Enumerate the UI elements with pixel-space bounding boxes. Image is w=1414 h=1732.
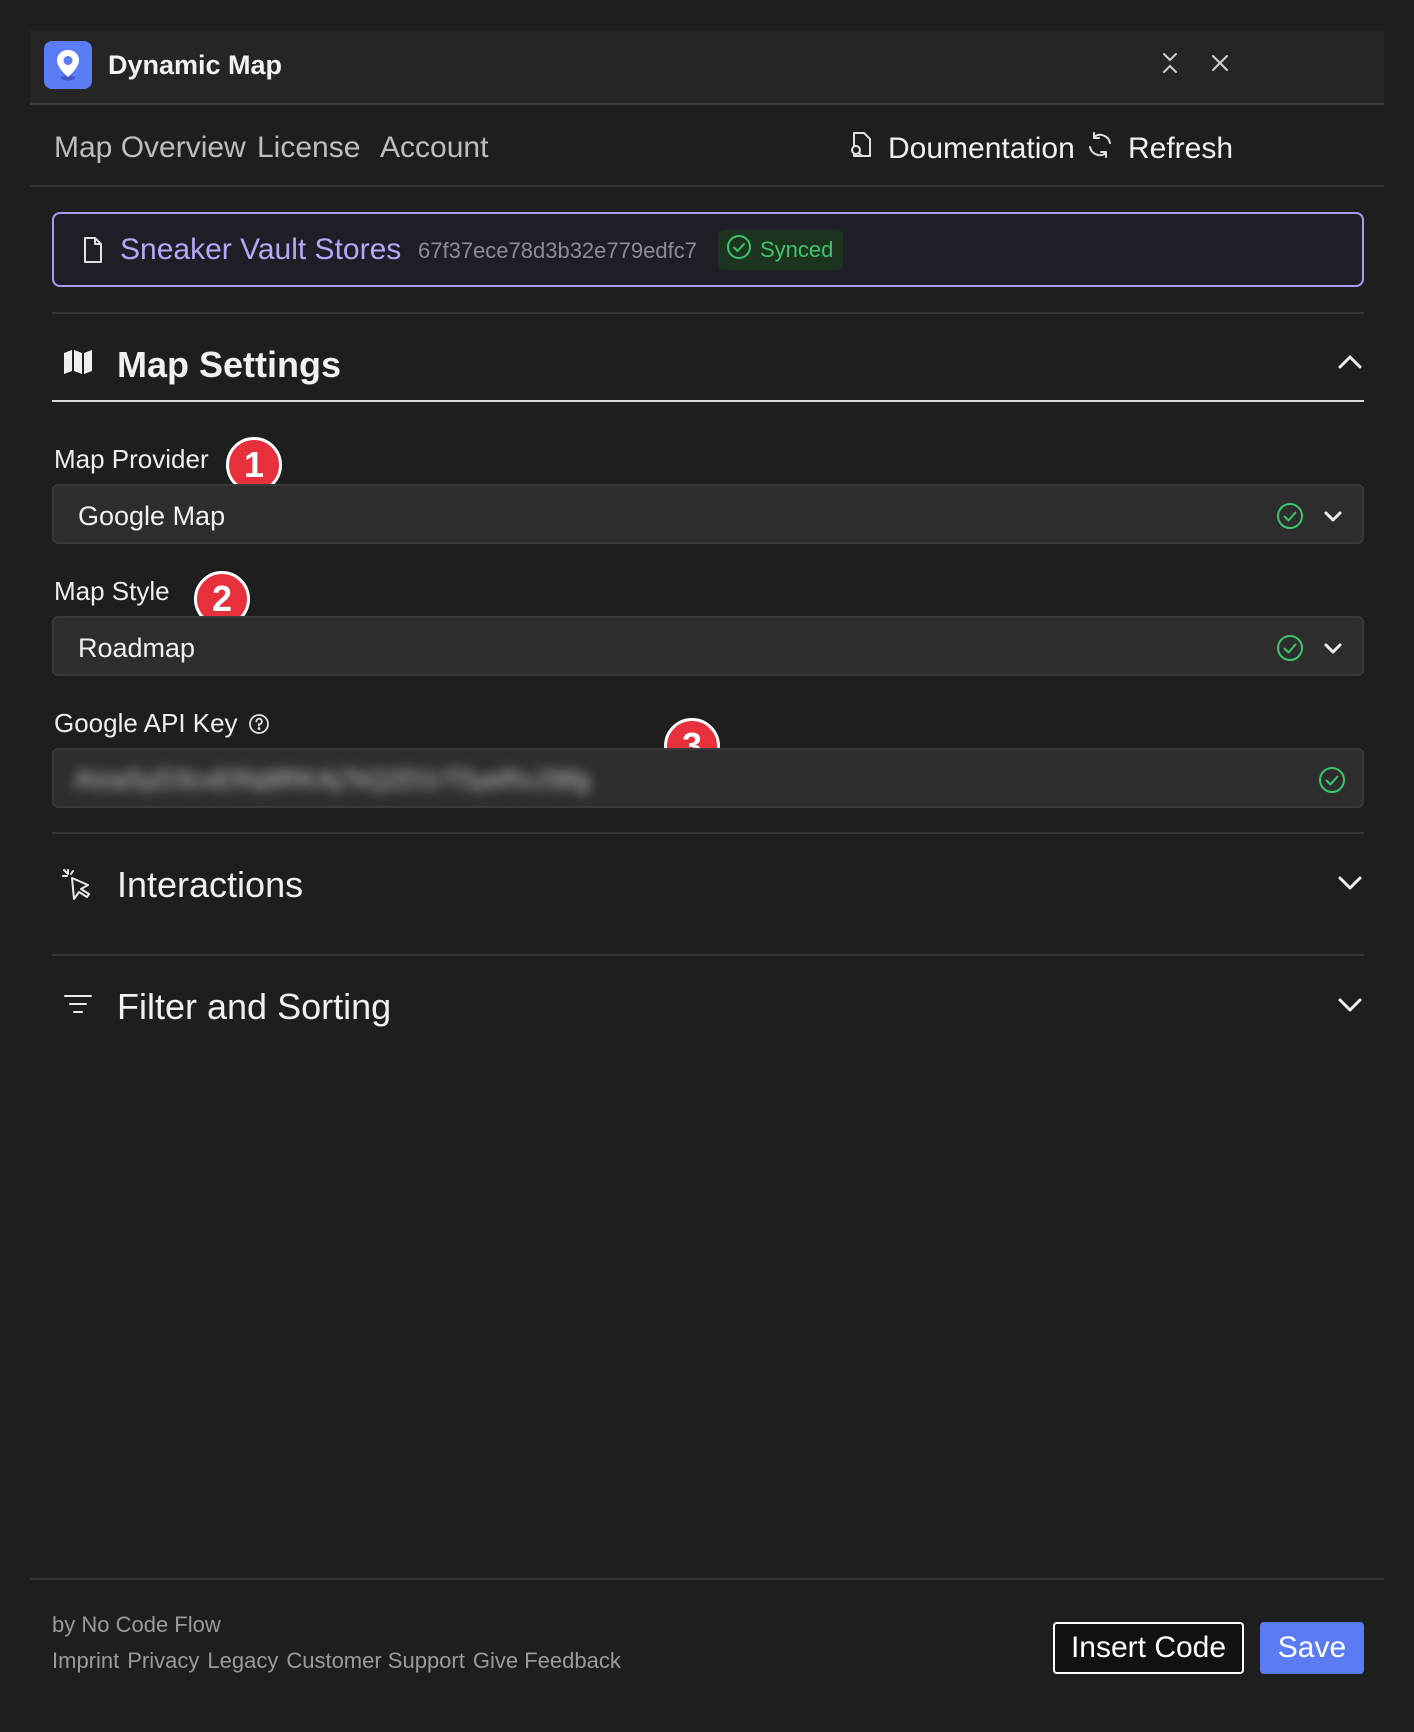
collection-id: 67f37ece78d3b32e779edfc7 (418, 238, 697, 263)
insert-code-button[interactable]: Insert Code (1053, 1622, 1244, 1674)
chevron-up-icon (1336, 348, 1364, 381)
section-title: Filter and Sorting (117, 986, 392, 1027)
top-nav: Map Overview License Account Doumentatio… (30, 107, 1384, 187)
chevron-down-icon (1336, 990, 1364, 1023)
refresh-button[interactable]: Refresh (1086, 131, 1233, 167)
collection-name: Sneaker Vault Stores (120, 233, 402, 266)
section-header-map-settings[interactable]: Map Settings (52, 324, 1364, 402)
footer-link-customer-support[interactable]: Customer Support (286, 1648, 465, 1674)
tab-license[interactable]: License (257, 131, 360, 165)
filter-lines-icon (62, 990, 94, 1023)
section-title: Interactions (117, 864, 304, 905)
status-label: Synced (760, 237, 834, 262)
tab-account[interactable]: Account (380, 131, 488, 165)
footer-link-legacy[interactable]: Legacy (207, 1648, 278, 1674)
chevron-down-icon (1322, 637, 1344, 664)
api-key-label-row: Google API Key (54, 708, 270, 739)
map-provider-select[interactable]: Google Map (52, 484, 1364, 544)
section-header-filter-sorting[interactable]: Filter and Sorting (52, 966, 1364, 1046)
chevron-down-icon (1336, 868, 1364, 901)
file-icon (82, 236, 104, 269)
check-circle-icon (1276, 502, 1304, 535)
footer-link-privacy[interactable]: Privacy (127, 1648, 199, 1674)
api-key-label: Google API Key (54, 708, 238, 738)
check-circle-icon (1276, 634, 1304, 667)
window-title: Dynamic Map (108, 50, 283, 80)
collapse-icon (1161, 52, 1179, 79)
refresh-label: Refresh (1128, 132, 1234, 165)
map-provider-label: Map Provider (54, 444, 209, 474)
map-icon (62, 348, 94, 381)
footer-links: Imprint Privacy Legacy Customer Support … (52, 1648, 629, 1674)
pointer-click-icon (62, 868, 94, 907)
map-provider-value: Google Map (78, 501, 226, 531)
api-key-value: AIzaSyD3cxERq9RKAj7kQ2D1rT5yeRxJ3tfg (74, 764, 590, 794)
documentation-label: Doumentation (888, 132, 1075, 165)
documentation-link[interactable]: Doumentation (848, 131, 1075, 167)
chevron-down-icon (1322, 505, 1344, 532)
divider (52, 954, 1364, 956)
tab-map-overview[interactable]: Map Overview (54, 131, 246, 165)
check-circle-icon (726, 234, 760, 266)
document-search-icon (848, 131, 888, 167)
refresh-icon (1086, 131, 1128, 167)
section-title: Map Settings (117, 344, 342, 385)
footer-link-imprint[interactable]: Imprint (52, 1648, 119, 1674)
footer: by No Code Flow Imprint Privacy Legacy C… (30, 1578, 1384, 1702)
divider (52, 832, 1364, 834)
collapse-button[interactable] (1152, 47, 1188, 83)
help-circle-icon[interactable] (248, 713, 270, 735)
api-key-input[interactable]: AIzaSyD3cxERq9RKAj7kQ2D1rT5yeRxJ3tfg (52, 748, 1364, 808)
map-style-value: Roadmap (78, 633, 196, 663)
section-header-interactions[interactable]: Interactions (52, 844, 1364, 924)
map-pin-icon (44, 41, 92, 89)
app-window: Dynamic Map Map Overview License Account (30, 30, 1384, 1702)
footer-credit: by No Code Flow (52, 1612, 221, 1637)
close-icon (1210, 53, 1230, 78)
status-badge: Synced (718, 230, 844, 270)
selected-collection-bar[interactable]: Sneaker Vault Stores 67f37ece78d3b32e779… (52, 212, 1364, 287)
check-circle-icon (1318, 766, 1346, 799)
map-style-label: Map Style (54, 576, 170, 606)
footer-link-give-feedback[interactable]: Give Feedback (473, 1648, 621, 1674)
save-button[interactable]: Save (1260, 1622, 1364, 1674)
map-style-select[interactable]: Roadmap (52, 616, 1364, 676)
close-button[interactable] (1202, 47, 1238, 83)
title-bar: Dynamic Map (30, 30, 1384, 105)
divider (52, 312, 1364, 314)
